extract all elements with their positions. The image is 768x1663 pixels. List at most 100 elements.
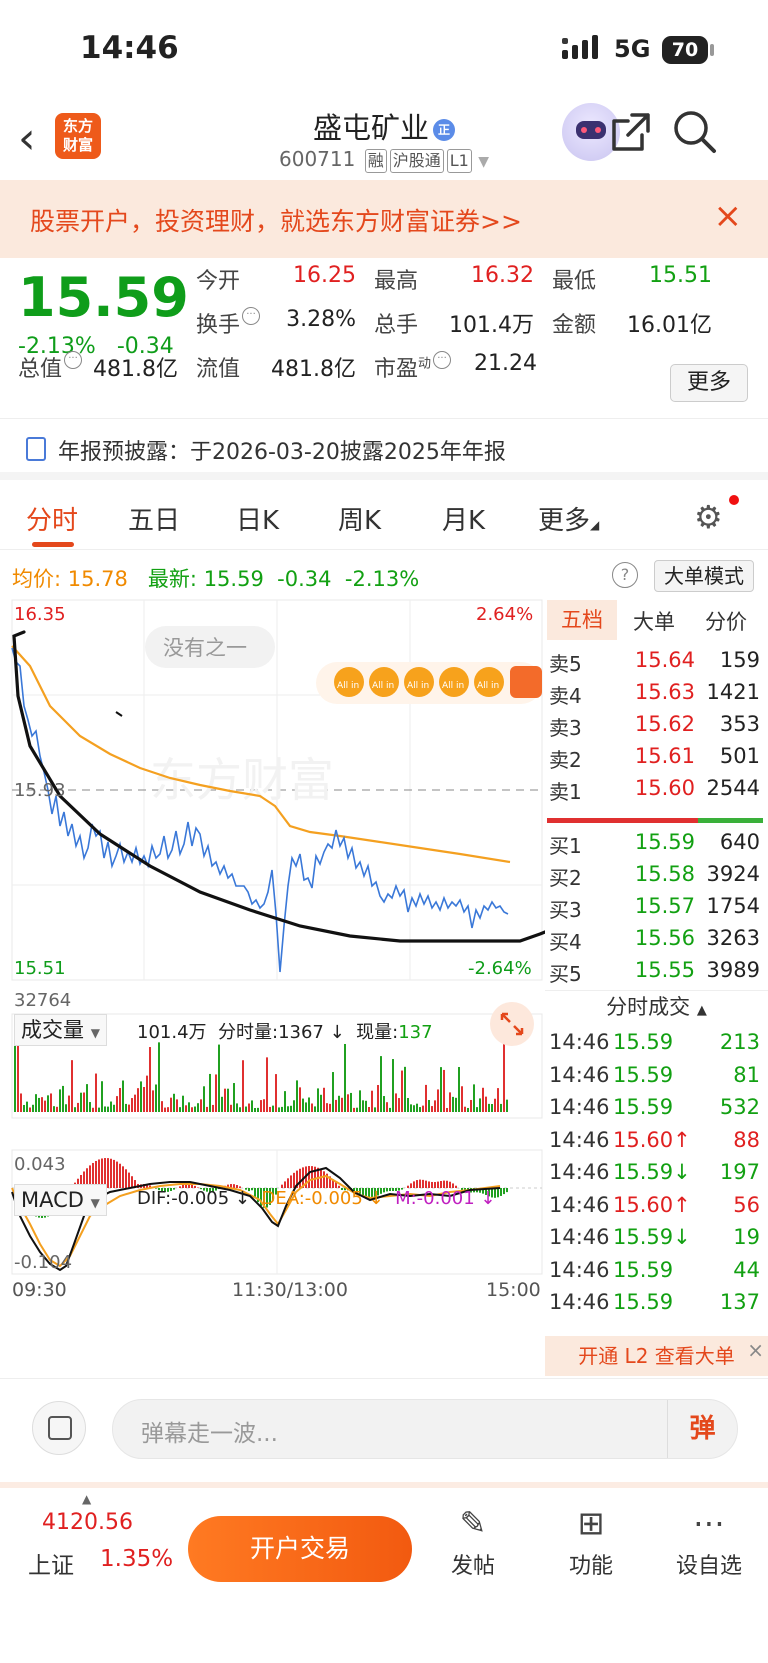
volume-bar <box>485 1096 487 1112</box>
volume-bar <box>434 1100 436 1112</box>
index-name[interactable]: 上证 <box>28 1546 74 1580</box>
macd-bar <box>284 1181 286 1188</box>
volume-select[interactable]: 成交量 ▼ <box>14 1014 107 1046</box>
danmu-input[interactable]: 弹幕走一波... 弹 <box>112 1399 738 1459</box>
tab-five-levels[interactable]: 五档 <box>547 600 617 640</box>
info-icon: ··· <box>433 351 452 369</box>
tab-monthly-k[interactable]: 月K <box>442 500 485 537</box>
tab-intraday[interactable]: 分时 <box>26 500 78 537</box>
mcap-label: 总值 ··· <box>18 351 83 383</box>
trade-price: 15.59↓ <box>613 1225 691 1249</box>
l2-upgrade-banner[interactable]: 开通 L2 查看大单 × <box>545 1336 768 1376</box>
nav-functions[interactable]: ⊞ 功能 <box>546 1498 636 1580</box>
more-button[interactable]: 更多 <box>670 364 748 402</box>
level-label: 买2 <box>549 866 582 890</box>
search-icon[interactable] <box>672 109 718 155</box>
macd-bar <box>503 1188 505 1195</box>
mcap-value: 481.8亿 <box>93 357 178 382</box>
close-icon[interactable]: × <box>714 196 743 236</box>
volume-bar <box>293 1100 295 1112</box>
volume-bar <box>32 1104 34 1112</box>
macd-bar <box>419 1179 421 1188</box>
sell-row: 卖5 15.64 159 <box>545 648 768 680</box>
trade-volume: 88 <box>733 1127 760 1152</box>
volume-bar <box>392 1059 394 1112</box>
trade-time: 14:46 <box>549 1095 610 1119</box>
turnover-label: 换手 ··· <box>196 307 261 339</box>
volume-bar <box>47 1095 49 1112</box>
volume-bar <box>491 1104 493 1112</box>
pe-label: 市盈动 ··· <box>374 351 452 383</box>
macd-bar <box>440 1181 442 1188</box>
stock-subtitle[interactable]: 600711 融沪股通 L1 ▼ <box>0 147 768 173</box>
volume-bar <box>404 1066 406 1112</box>
level-volume: 501 <box>719 744 760 768</box>
danmu-emoji-icon <box>510 666 542 698</box>
tab-more[interactable]: 更多◢ <box>538 500 599 537</box>
volume-bar <box>92 1107 94 1112</box>
macd-bar <box>287 1178 289 1188</box>
banner-text[interactable]: 股票开户，投资理财，就选东方财富证券>> <box>30 202 522 238</box>
big-order-mode-button[interactable]: 大单模式 <box>654 560 754 592</box>
level-price: 15.58 <box>634 862 695 886</box>
volume-bar <box>44 1100 46 1112</box>
promo-banner[interactable]: 股票开户，投资理财，就选东方财富证券>> × <box>0 180 768 258</box>
volume-bar <box>227 1088 229 1112</box>
trade-row: 14:46 15.59 532 <box>545 1095 768 1127</box>
tab-price-dist[interactable]: 分价 <box>705 606 747 636</box>
close-icon[interactable]: × <box>747 1330 764 1370</box>
macd-select[interactable]: MACD ▼ <box>14 1184 107 1216</box>
nav-add-watchlist[interactable]: ⋯ 设自选 <box>664 1498 754 1580</box>
volume-bar <box>200 1099 202 1112</box>
notice-text[interactable]: 年报预披露：于2026-03-20披露2025年年报 <box>58 434 506 466</box>
trade-price: 15.59 <box>613 1257 674 1282</box>
tag-connect: 沪股通 <box>389 149 444 173</box>
macd-bar <box>131 1176 133 1188</box>
help-icon[interactable]: ? <box>612 562 638 588</box>
volume-bar <box>164 1107 166 1112</box>
volume-bar <box>416 1103 418 1112</box>
index-pct[interactable]: 1.35% <box>100 1546 173 1572</box>
nav-post[interactable]: ✎ 发帖 <box>428 1498 518 1580</box>
volume-bar <box>428 1100 430 1112</box>
volume-bar <box>440 1067 442 1112</box>
index-value[interactable]: 4120.56 <box>42 1510 133 1535</box>
level-label: 买3 <box>549 898 582 922</box>
time-end-label: 15:00 <box>486 1279 541 1301</box>
macd-bar <box>416 1180 418 1188</box>
allin-text: All in <box>477 681 499 691</box>
dropdown-icon: ▼ <box>478 154 489 170</box>
expand-icon <box>490 1002 534 1046</box>
comment-list-icon[interactable] <box>32 1401 86 1455</box>
tab-big-orders[interactable]: 大单 <box>633 606 675 636</box>
high-value: 16.32 <box>471 263 534 288</box>
trades-title[interactable]: 分时成交 ▲ <box>545 990 768 1022</box>
notice-bar[interactable]: 年报预披露：于2026-03-20披露2025年年报 <box>0 418 768 480</box>
macd-bar <box>500 1188 502 1196</box>
level-volume: 3263 <box>706 926 760 950</box>
volume-bar <box>215 1074 217 1112</box>
macd-bar <box>122 1166 124 1188</box>
stock-title: 盛屯矿业正 <box>0 105 768 147</box>
volume-bar <box>329 1103 331 1112</box>
macd-bar <box>128 1172 130 1188</box>
volume-bar <box>176 1099 178 1112</box>
tab-daily-k[interactable]: 日K <box>236 500 279 537</box>
intraday-chart[interactable]: 东方财富 没有之一 All in All in All in All in All in… <box>0 596 545 1382</box>
volume-bar <box>239 1107 241 1112</box>
buy-row: 买4 15.56 3263 <box>545 926 768 958</box>
danmu-button[interactable]: 弹 <box>667 1400 737 1458</box>
open-account-trade-button[interactable]: 开户交易 <box>188 1516 412 1582</box>
badge-icon: 正 <box>433 119 455 141</box>
tab-5day[interactable]: 五日 <box>128 500 180 537</box>
tab-weekly-k[interactable]: 周K <box>338 500 381 537</box>
gear-icon[interactable]: ⚙ <box>694 498 723 536</box>
trade-volume: 213 <box>719 1030 760 1054</box>
amount-value: 16.01亿 <box>627 313 712 338</box>
volume-bar <box>41 1097 43 1112</box>
volume-bar <box>29 1107 31 1112</box>
volume-bar <box>71 1060 73 1112</box>
macd-min-label: -0.104 <box>14 1252 72 1273</box>
share-icon[interactable] <box>610 111 652 153</box>
volume-bar <box>470 1099 472 1112</box>
